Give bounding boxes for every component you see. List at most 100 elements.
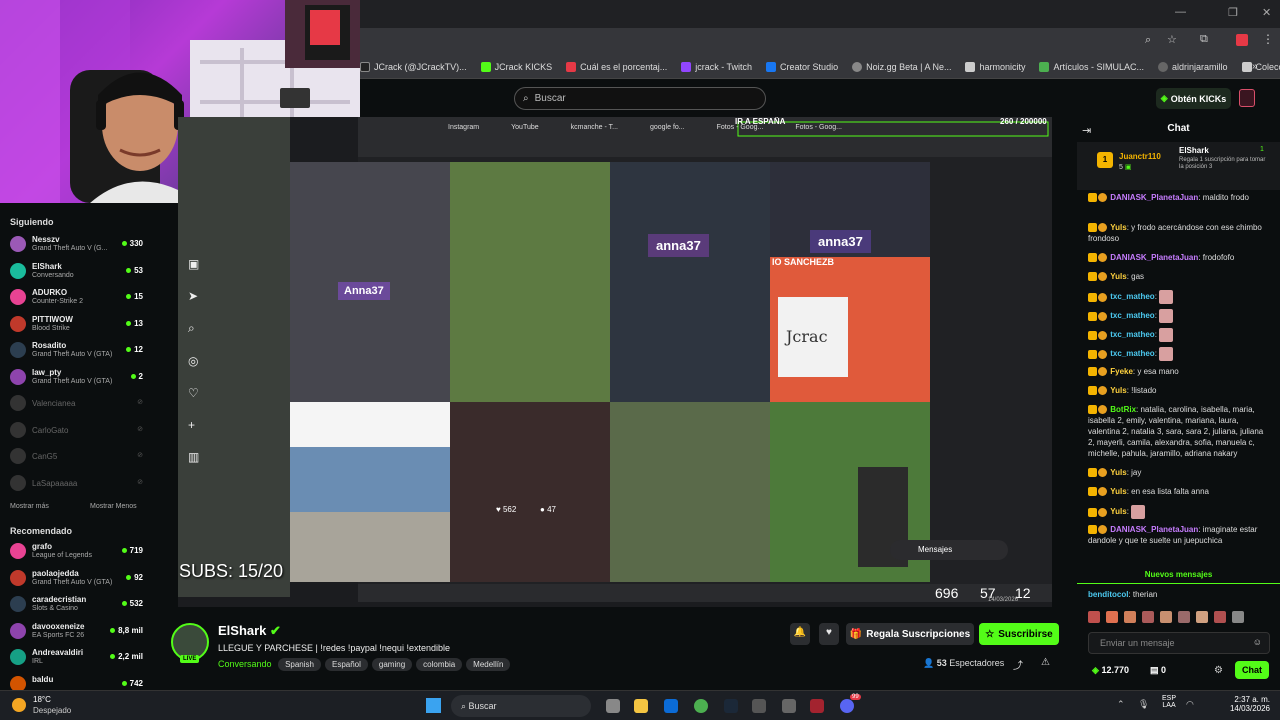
sidebar-channel[interactable]: ElShark Conversando 53	[0, 259, 153, 283]
bookmark[interactable]: harmonicity	[965, 61, 1025, 72]
maximize-icon[interactable]: ❐	[1228, 6, 1238, 19]
sidebar-channel-offline[interactable]: LaSapaaaaa ⊘	[0, 471, 153, 495]
start-icon[interactable]	[426, 698, 441, 713]
tag[interactable]: Medellín	[466, 658, 511, 671]
user-avatar-icon[interactable]	[1239, 89, 1255, 107]
chat-username[interactable]: Yuls	[1110, 507, 1126, 516]
sidebar-channel-offline[interactable]: Valencianea ⊘	[0, 391, 153, 415]
chat-username[interactable]: txc_matheo	[1110, 292, 1154, 301]
bookmarks-overflow[interactable]: »	[1252, 61, 1258, 72]
send-chat-button[interactable]: Chat	[1235, 661, 1269, 679]
language-indicator[interactable]: ESP LAA	[1162, 695, 1176, 709]
file-explorer-icon[interactable]	[634, 699, 648, 713]
emote-icon[interactable]	[1088, 611, 1100, 623]
tray-chevron-icon[interactable]: ⌃	[1117, 699, 1125, 710]
bookmark[interactable]: Artículos - SIMULAC...	[1039, 61, 1144, 72]
chat-username[interactable]: Yuls	[1110, 223, 1126, 232]
chat-username[interactable]: DANIASK_PlanetaJuan	[1110, 253, 1198, 262]
extensions-icon[interactable]: ⧉	[1200, 33, 1208, 46]
chrome-icon[interactable]	[694, 699, 708, 713]
sidebar-channel-offline[interactable]: CarloGato ⊘	[0, 418, 153, 442]
show-less-link[interactable]: Mostrar Menos	[90, 503, 137, 510]
emote-icon[interactable]	[1196, 611, 1208, 623]
bookmark[interactable]: JCrack (@JCrackTV)...	[360, 61, 467, 72]
sidebar-channel[interactable]: davooxeneize EA Sports FC 26 8,8 mil	[0, 619, 153, 643]
points-balance[interactable]: ▤ 0	[1150, 665, 1166, 676]
notify-bell-icon[interactable]: 🔔	[790, 623, 810, 645]
close-icon[interactable]: ✕	[1262, 6, 1271, 19]
steam-icon[interactable]	[724, 699, 738, 713]
sidebar-channel[interactable]: grafo League of Legends 719	[0, 539, 153, 563]
clock[interactable]: 2:37 a. m. 14/03/2026	[1200, 695, 1270, 713]
sidebar-channel[interactable]: law_pty Grand Theft Auto V (GTA) 2	[0, 365, 153, 389]
sidebar-channel[interactable]: Rosadito Grand Theft Auto V (GTA) 12	[0, 338, 153, 362]
kicks-balance[interactable]: ◈ 12.770	[1092, 665, 1129, 676]
mic-icon[interactable]: 🎙	[1138, 699, 1149, 710]
chat-username[interactable]: DANIASK_PlanetaJuan	[1110, 525, 1198, 534]
emoji-icon[interactable]: ☺	[1253, 637, 1262, 647]
outlook-icon[interactable]	[664, 699, 678, 713]
sidebar-channel-offline[interactable]: CanG5 ⊘	[0, 444, 153, 468]
emote-icon[interactable]	[1178, 611, 1190, 623]
gift-subs-button[interactable]: 🎁 Regala Suscripciones	[846, 623, 974, 645]
get-kicks-button[interactable]: ◈ Obtén KICKs	[1156, 88, 1231, 109]
sidebar-channel[interactable]: PITTIWOW Blood Strike 13	[0, 312, 153, 336]
sidebar-channel[interactable]: paolaojedda Grand Theft Auto V (GTA) 92	[0, 566, 153, 590]
chat-username[interactable]: Fyeke	[1110, 367, 1133, 376]
bookmark[interactable]: JCrack KICKS	[480, 61, 552, 72]
star-icon[interactable]: ☆	[1167, 33, 1177, 46]
sidebar-channel[interactable]: ADURKO Counter-Strike 2 15	[0, 285, 153, 309]
sidebar-channel[interactable]: Nesszv Grand Theft Auto V (G... 330	[0, 232, 153, 256]
tag[interactable]: colombia	[416, 658, 463, 671]
chat-username[interactable]: Yuls	[1110, 487, 1126, 496]
chat-username[interactable]: txc_matheo	[1110, 330, 1154, 339]
chat-username[interactable]: Yuls	[1110, 272, 1126, 281]
category-link[interactable]: Conversando	[218, 659, 272, 669]
sidebar-channel[interactable]: Andreavaldiri IRL 2,2 mil	[0, 645, 153, 669]
show-more-link[interactable]: Mostrar más	[10, 503, 49, 510]
minimize-icon[interactable]: —	[1175, 6, 1186, 18]
sidebar-channel[interactable]: caradecristian Slots & Casino 532	[0, 592, 153, 616]
follow-heart-icon[interactable]: ♥	[819, 623, 839, 645]
chat-username[interactable]: txc_matheo	[1110, 349, 1154, 358]
chat-username[interactable]: Yuls	[1110, 386, 1126, 395]
menu-icon[interactable]: ⋮	[1262, 32, 1274, 46]
emote-icon[interactable]	[1160, 611, 1172, 623]
chat-username[interactable]: benditocol	[1088, 590, 1128, 599]
taskbar-search[interactable]: ⌕ Buscar	[451, 695, 591, 717]
settings-icon[interactable]: ⚙	[1214, 665, 1223, 676]
tag[interactable]: Spanish	[278, 658, 321, 671]
new-messages-divider[interactable]: Nuevos mensajes	[1077, 570, 1280, 584]
tag[interactable]: gaming	[371, 658, 413, 671]
chat-username[interactable]: txc_matheo	[1110, 311, 1154, 320]
zoom-icon[interactable]: ⌕	[1145, 34, 1151, 47]
pinned-gift-user[interactable]: ElShark	[1179, 146, 1209, 155]
bookmark[interactable]: Creator Studio	[766, 61, 838, 72]
share-icon[interactable]: ⤴	[1013, 657, 1023, 672]
pinned-user[interactable]: Juanctr110	[1119, 152, 1161, 161]
chat-username[interactable]: BotRix	[1110, 405, 1136, 414]
emote-icon[interactable]	[1232, 611, 1244, 623]
bookmark[interactable]: jcrack - Twitch	[681, 61, 752, 72]
search-input[interactable]: ⌕ Buscar	[514, 87, 766, 110]
tag[interactable]: Español	[324, 658, 368, 671]
stream-video[interactable]: IR A ESPAÑA 260 / 200000 Instagram YouTu…	[178, 117, 1052, 607]
bookmark[interactable]: Cuál es el porcentaj...	[566, 61, 667, 72]
emote-icon[interactable]	[1124, 611, 1136, 623]
app-icon[interactable]	[810, 699, 824, 713]
app-icon[interactable]	[782, 699, 796, 713]
obs-icon[interactable]	[752, 699, 766, 713]
channel-name[interactable]: ElShark ✔	[218, 623, 281, 639]
subscribe-button[interactable]: ☆ Suscribirse	[979, 623, 1059, 645]
report-icon[interactable]: ⚠	[1041, 657, 1050, 668]
chat-username[interactable]: Yuls	[1110, 468, 1126, 477]
task-view-icon[interactable]	[606, 699, 620, 713]
discord-icon[interactable]	[840, 699, 854, 713]
wifi-icon[interactable]: ◠	[1186, 699, 1194, 710]
chat-username[interactable]: DANIASK_PlanetaJuan	[1110, 193, 1198, 202]
emote-icon[interactable]	[1142, 611, 1154, 623]
profile-icon[interactable]	[1236, 34, 1248, 46]
emote-icon[interactable]	[1106, 611, 1118, 623]
bookmark[interactable]: Noiz.gg Beta | A Ne...	[852, 61, 951, 72]
bookmark[interactable]: Colección de M_blei...	[1241, 61, 1280, 72]
